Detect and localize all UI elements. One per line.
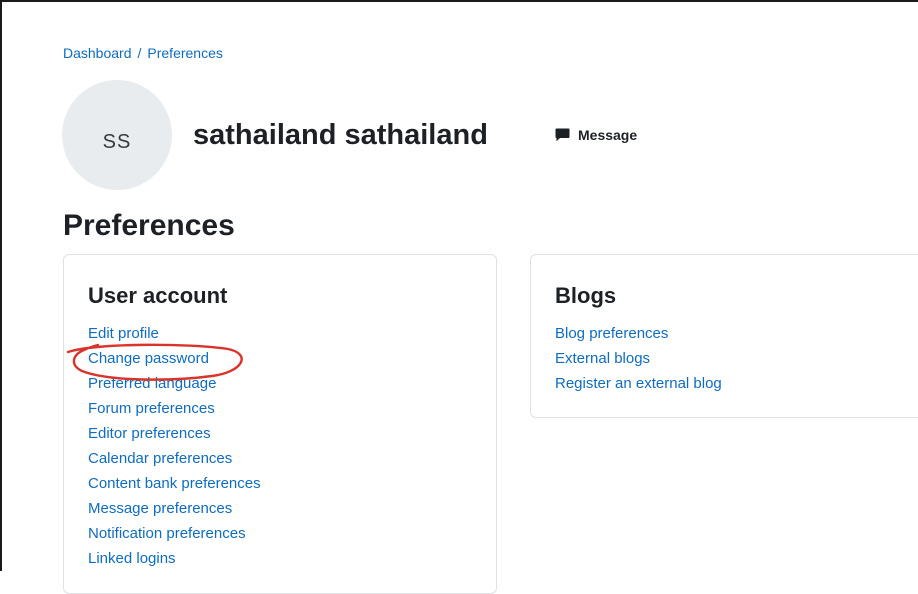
breadcrumb-preferences[interactable]: Preferences <box>147 45 222 61</box>
avatar: SS <box>62 80 172 190</box>
preferred-language-link[interactable]: Preferred language <box>88 375 216 392</box>
breadcrumb-dashboard[interactable]: Dashboard <box>63 45 132 61</box>
list-item: Calendar preferences <box>88 450 261 475</box>
list-item: Notification preferences <box>88 525 261 550</box>
list-item: Blog preferences <box>555 325 722 350</box>
breadcrumb: Dashboard / Preferences <box>63 45 223 61</box>
list-item: Change password <box>88 350 261 375</box>
calendar-preferences-link[interactable]: Calendar preferences <box>88 450 232 467</box>
breadcrumb-separator: / <box>137 45 142 61</box>
list-item: Editor preferences <box>88 425 261 450</box>
user-account-card: User account Edit profile Change passwor… <box>63 254 497 594</box>
user-full-name: sathailand sathailand <box>193 119 488 151</box>
external-blogs-link[interactable]: External blogs <box>555 350 650 367</box>
forum-preferences-link[interactable]: Forum preferences <box>88 400 215 417</box>
blogs-heading: Blogs <box>555 283 617 308</box>
message-preferences-link[interactable]: Message preferences <box>88 500 232 517</box>
content-bank-preferences-link[interactable]: Content bank preferences <box>88 475 261 492</box>
notification-preferences-link[interactable]: Notification preferences <box>88 525 246 542</box>
blogs-card: Blogs Blog preferences External blogs Re… <box>530 254 918 418</box>
user-account-links: Edit profile Change password Preferred l… <box>88 325 261 575</box>
list-item: Linked logins <box>88 550 261 575</box>
message-button-label: Message <box>578 127 638 143</box>
page-title: Preferences <box>63 209 235 242</box>
list-item: External blogs <box>555 350 722 375</box>
user-account-heading: User account <box>88 283 228 308</box>
editor-preferences-link[interactable]: Editor preferences <box>88 425 211 442</box>
blog-preferences-link[interactable]: Blog preferences <box>555 325 668 342</box>
change-password-link[interactable]: Change password <box>88 350 209 367</box>
list-item: Register an external blog <box>555 375 722 400</box>
linked-logins-link[interactable]: Linked logins <box>88 550 176 567</box>
list-item: Edit profile <box>88 325 261 350</box>
chat-bubble-icon <box>555 128 570 142</box>
register-external-blog-link[interactable]: Register an external blog <box>555 375 722 392</box>
blogs-links: Blog preferences External blogs Register… <box>555 325 722 400</box>
avatar-initials: SS <box>102 130 132 153</box>
message-button[interactable]: Message <box>555 127 637 143</box>
list-item: Message preferences <box>88 500 261 525</box>
list-item: Preferred language <box>88 375 261 400</box>
list-item: Forum preferences <box>88 400 261 425</box>
edit-profile-link[interactable]: Edit profile <box>88 325 159 342</box>
list-item: Content bank preferences <box>88 475 261 500</box>
